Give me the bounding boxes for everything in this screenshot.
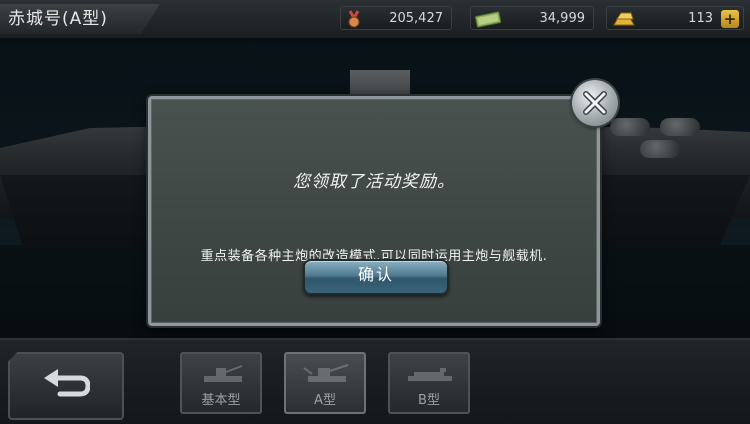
type-basic-button[interactable]: 基本型 <box>180 352 262 414</box>
cash-icon <box>474 10 502 28</box>
gold-value: 113 <box>688 11 713 26</box>
medal-icon <box>345 10 363 28</box>
confirm-button[interactable]: 确认 <box>303 259 449 295</box>
reward-dialog: 您领取了活动奖励。 重点装备各种主炮的改造模式,可以同时运用主炮与舰载机. 确认 <box>148 96 600 326</box>
type-label: B型 <box>418 393 440 408</box>
ship-name-title: 赤城号(A型) <box>0 4 160 34</box>
back-arrow-icon <box>44 369 90 397</box>
cash-value: 34,999 <box>539 11 586 26</box>
gold-counter: 113 + <box>606 6 744 30</box>
add-gold-button[interactable]: + <box>721 10 739 28</box>
medal-value: 205,427 <box>389 11 443 26</box>
type-b-button[interactable]: B型 <box>388 352 470 414</box>
type-label: A型 <box>314 393 336 408</box>
type-a-button[interactable]: A型 <box>284 352 366 414</box>
close-icon <box>583 91 607 115</box>
close-dialog-button[interactable] <box>572 80 618 126</box>
medal-counter: 205,427 <box>340 6 452 30</box>
type-label: 基本型 <box>201 393 241 408</box>
ship-type-icon <box>408 368 452 381</box>
back-button[interactable] <box>8 352 124 420</box>
dialog-title: 您领取了活动奖励。 <box>293 172 455 192</box>
cash-counter: 34,999 <box>470 6 594 30</box>
gold-bar-icon <box>611 10 637 28</box>
ship-type-icon <box>303 364 349 382</box>
ship-type-icon <box>204 365 243 382</box>
top-bar: 赤城号(A型) 205,427 34,999 113 + <box>0 0 750 38</box>
